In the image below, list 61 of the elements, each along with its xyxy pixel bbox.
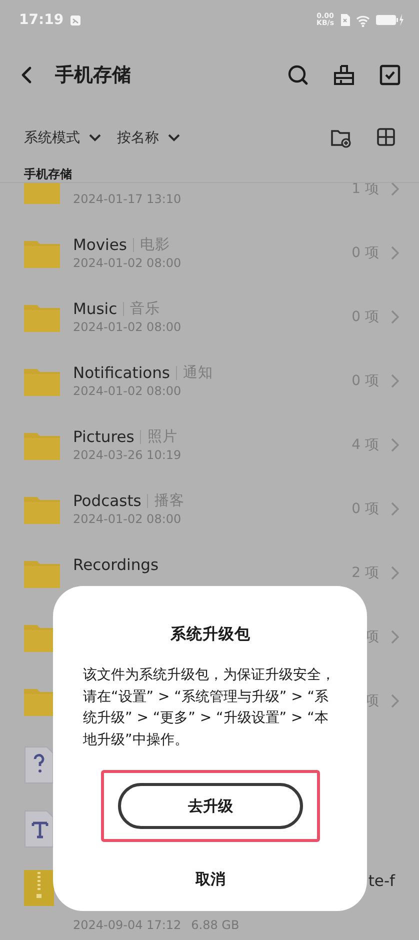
new-folder-button[interactable] <box>331 128 351 148</box>
modified-date: 2024-01-02 08:00 <box>73 256 182 272</box>
file-size: 6.88 GB <box>191 918 240 933</box>
chevron-right-icon <box>391 566 399 580</box>
modified-date: 2024-01-02 08:00 <box>73 384 182 400</box>
folder-icon <box>24 494 60 524</box>
chevron-right-icon <box>391 310 399 324</box>
filter-dropdown[interactable]: 按名称 <box>117 129 180 147</box>
notification-icon <box>70 14 81 26</box>
file-name: Podcasts <box>73 492 142 510</box>
folder-icon <box>24 558 60 588</box>
folder-icon <box>24 430 60 460</box>
page-title: 手机存储 <box>55 63 132 88</box>
grid-view-button[interactable] <box>377 128 397 148</box>
folder-icon <box>24 302 60 332</box>
battery-charging-icon <box>376 14 404 26</box>
chevron-right-icon <box>391 502 399 516</box>
back-icon <box>20 66 33 84</box>
chevron-down-icon <box>168 134 180 142</box>
file-name: Movies <box>73 236 127 254</box>
file-name: Notifications <box>73 364 170 382</box>
modified-date: 2024-03-26 10:19 <box>73 448 182 464</box>
wifi-icon <box>356 14 370 26</box>
checkbox-icon <box>379 64 401 86</box>
unknown-file-icon <box>24 746 54 784</box>
cancel-button[interactable]: 取消 <box>186 866 236 893</box>
folder-icon <box>24 366 60 396</box>
file-name: Music <box>73 300 118 318</box>
chevron-right-icon <box>391 438 399 452</box>
folder-icon <box>24 238 60 268</box>
sim-card-icon <box>340 14 350 26</box>
file-name: te-f <box>368 872 395 890</box>
chevron-right-icon <box>391 630 399 644</box>
status-time: 17:19 <box>19 12 64 28</box>
modified-date: 2024-09-04 17:12 <box>73 918 182 933</box>
search-icon <box>287 64 309 86</box>
clean-button[interactable] <box>333 64 355 86</box>
chevron-right-icon <box>391 694 399 708</box>
search-button[interactable] <box>287 64 309 86</box>
folder-icon <box>24 183 60 204</box>
dialog-message: 该文件为系统升级包，为保证升级安全，请在“设置” > “系统管理与升级” > “系统升级” > “更多” > “升级设置” > “本地升级”中操作。 <box>83 666 336 750</box>
chevron-right-icon <box>391 183 399 196</box>
dialog-title: 系统升级包 <box>170 624 250 645</box>
chevron-down-icon <box>89 134 101 142</box>
zip-file-icon <box>24 870 54 906</box>
chevron-right-icon <box>391 374 399 388</box>
grid-view-icon <box>377 128 397 148</box>
select-button[interactable] <box>379 64 401 86</box>
upgrade-button[interactable]: 去升级 <box>118 783 303 829</box>
modified-date: 2024-01-02 08:00 <box>73 512 182 528</box>
file-name: Recordings <box>73 556 159 574</box>
back-button[interactable] <box>20 66 33 84</box>
text-file-icon <box>24 810 54 848</box>
file-name: Pictures <box>73 428 134 446</box>
modified-date: 2024-01-02 08:00 <box>73 320 182 336</box>
modified-date: 2024-01-17 13:10 <box>73 192 182 208</box>
chevron-right-icon <box>391 246 399 260</box>
brush-icon <box>333 64 355 86</box>
new-folder-icon <box>331 128 351 148</box>
section-title: 手机存储 <box>24 166 73 182</box>
filter-dropdown[interactable]: 系统模式 <box>24 129 101 147</box>
